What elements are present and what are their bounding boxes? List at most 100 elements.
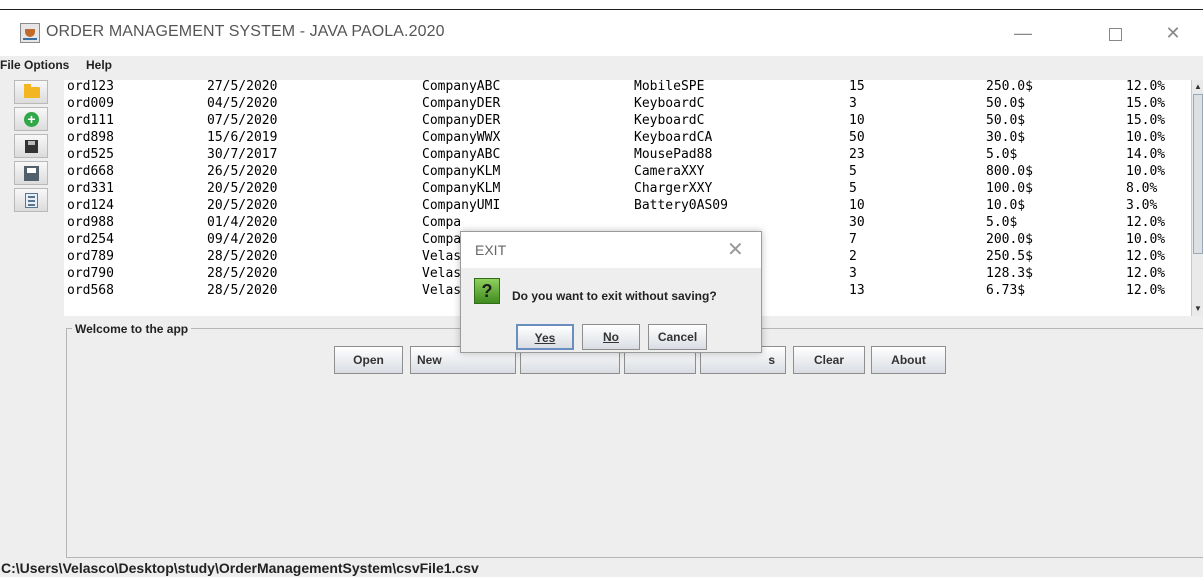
table-cell: 12.0% xyxy=(1126,215,1166,230)
table-row[interactable]: ord668 26/5/2020 CompanyKLM CameraXXY 5 800.0… xyxy=(64,164,1188,181)
table-row[interactable]: ord009 04/5/2020 CompanyDER KeyboardC 3 50.0$… xyxy=(64,96,1188,113)
yes-label: Yes xyxy=(534,331,556,345)
add-tool-button[interactable]: + xyxy=(14,107,48,131)
table-row[interactable]: ord988 01/4/2020 Compa 30 5.0$ 12.0% xyxy=(64,215,1188,232)
table-cell: 01/4/2020 xyxy=(207,215,278,230)
menu-options[interactable]: Options xyxy=(24,58,69,72)
table-cell: 15.0% xyxy=(1126,113,1166,128)
panel-title: Welcome to the app xyxy=(72,322,192,336)
dialog-title-bar: EXIT ✕ xyxy=(461,232,761,268)
about-button[interactable]: About xyxy=(871,346,946,374)
table-cell: 30.0$ xyxy=(986,130,1026,145)
table-cell: CompanyABC xyxy=(422,80,501,94)
save-as-tool-button[interactable] xyxy=(14,161,48,185)
table-cell: 15.0% xyxy=(1126,96,1166,111)
menu-bar: File Options Help xyxy=(0,56,1203,74)
table-cell: 128.3$ xyxy=(986,266,1033,281)
table-cell: 26/5/2020 xyxy=(207,164,278,179)
java-app-icon xyxy=(20,23,40,43)
table-cell: 250.5$ xyxy=(986,249,1033,264)
table-row[interactable]: ord124 20/5/2020 CompanyUMI Battery0AS09 10 1… xyxy=(64,198,1188,215)
table-cell: 10 xyxy=(849,113,865,128)
table-cell: CompanyWWX xyxy=(422,130,501,145)
table-cell: ord568 xyxy=(67,283,114,298)
table-cell: 5.0$ xyxy=(986,215,1018,230)
table-cell: 12.0% xyxy=(1126,266,1166,281)
menu-help[interactable]: Help xyxy=(86,58,112,72)
calculator-tool-button[interactable] xyxy=(14,188,48,212)
open-tool-button[interactable] xyxy=(14,80,48,104)
table-cell: ord668 xyxy=(67,164,114,179)
no-label: No xyxy=(603,330,619,344)
menu-file[interactable]: File xyxy=(0,58,21,72)
open-button[interactable]: Open xyxy=(334,346,403,374)
table-cell: ord789 xyxy=(67,249,114,264)
table-cell: Velas xyxy=(422,283,462,298)
table-cell: ord111 xyxy=(67,113,114,128)
table-cell: 3 xyxy=(849,96,857,111)
table-cell: 8.0% xyxy=(1126,181,1158,196)
table-cell: 12.0% xyxy=(1126,249,1166,264)
table-cell: CompanyABC xyxy=(422,147,501,162)
cancel-button[interactable]: Cancel xyxy=(648,324,707,350)
table-cell: 20/5/2020 xyxy=(207,198,278,213)
table-cell: 50.0$ xyxy=(986,113,1026,128)
table-cell: 10.0$ xyxy=(986,198,1026,213)
title-bar: ORDER MANAGEMENT SYSTEM - JAVA PAOLA.202… xyxy=(0,10,1203,56)
table-cell: 30/7/2017 xyxy=(207,147,278,162)
calculator-icon xyxy=(25,193,38,208)
table-cell: 28/5/2020 xyxy=(207,249,278,264)
table-row[interactable]: ord898 15/6/2019 CompanyWWX KeyboardCA 50 30.… xyxy=(64,130,1188,147)
dialog-close-icon[interactable]: ✕ xyxy=(727,237,744,262)
table-cell: Compa xyxy=(422,232,462,247)
close-button[interactable]: ✕ xyxy=(1150,10,1196,56)
table-cell: KeyboardC xyxy=(634,113,705,128)
table-cell: CompanyKLM xyxy=(422,164,501,179)
clear-button[interactable]: Clear xyxy=(793,346,865,374)
save-as-icon xyxy=(24,166,39,181)
table-cell: 15/6/2019 xyxy=(207,130,278,145)
table-cell: 14.0% xyxy=(1126,147,1166,162)
scroll-thumb[interactable] xyxy=(1193,94,1203,254)
table-cell: 50 xyxy=(849,130,865,145)
side-toolbar: + xyxy=(0,80,62,560)
table-cell: ord331 xyxy=(67,181,114,196)
yes-button[interactable]: Yes xyxy=(516,324,574,350)
open-folder-icon xyxy=(24,84,40,98)
table-row[interactable]: ord123 27/5/2020 CompanyABC MobileSPE 15 250.… xyxy=(64,80,1188,96)
scroll-down-icon[interactable]: ▼ xyxy=(1194,304,1202,313)
minimize-button[interactable]: — xyxy=(1000,10,1046,56)
table-row[interactable]: ord111 07/5/2020 CompanyDER KeyboardC 10 50.0… xyxy=(64,113,1188,130)
scroll-up-icon[interactable]: ▲ xyxy=(1194,82,1202,91)
table-cell: ChargerXXY xyxy=(634,181,713,196)
table-cell: 13 xyxy=(849,283,865,298)
no-button[interactable]: No xyxy=(582,324,640,350)
table-cell: 04/5/2020 xyxy=(207,96,278,111)
table-cell: CompanyDER xyxy=(422,113,501,128)
table-cell: 15 xyxy=(849,80,865,94)
table-cell: 07/5/2020 xyxy=(207,113,278,128)
table-cell: 2 xyxy=(849,249,857,264)
table-cell: 30 xyxy=(849,215,865,230)
table-cell: ord009 xyxy=(67,96,114,111)
table-cell: ord525 xyxy=(67,147,114,162)
table-cell: CompanyKLM xyxy=(422,181,501,196)
exit-dialog: EXIT ✕ ? Do you want to exit without sav… xyxy=(460,231,762,353)
table-cell: KeyboardC xyxy=(634,96,705,111)
table-cell: 09/4/2020 xyxy=(207,232,278,247)
table-cell: KeyboardCA xyxy=(634,130,713,145)
status-file-path: C:\Users\Velasco\Desktop\study\OrderMana… xyxy=(1,560,479,576)
table-cell: Compa xyxy=(422,215,462,230)
table-cell: CompanyUMI xyxy=(422,198,501,213)
maximize-button[interactable] xyxy=(1092,10,1138,56)
table-row[interactable]: ord525 30/7/2017 CompanyABC MousePad88 23 5.0… xyxy=(64,147,1188,164)
table-cell: 250.0$ xyxy=(986,80,1033,94)
table-cell: ord124 xyxy=(67,198,114,213)
table-cell: MobileSPE xyxy=(634,80,705,94)
save-tool-button[interactable] xyxy=(14,134,48,158)
table-scrollbar[interactable]: ▲ ▼ xyxy=(1191,80,1203,316)
table-cell: 100.0$ xyxy=(986,181,1033,196)
table-row[interactable]: ord331 20/5/2020 CompanyKLM ChargerXXY 5 100.… xyxy=(64,181,1188,198)
table-cell: CameraXXY xyxy=(634,164,705,179)
table-cell: 5 xyxy=(849,181,857,196)
